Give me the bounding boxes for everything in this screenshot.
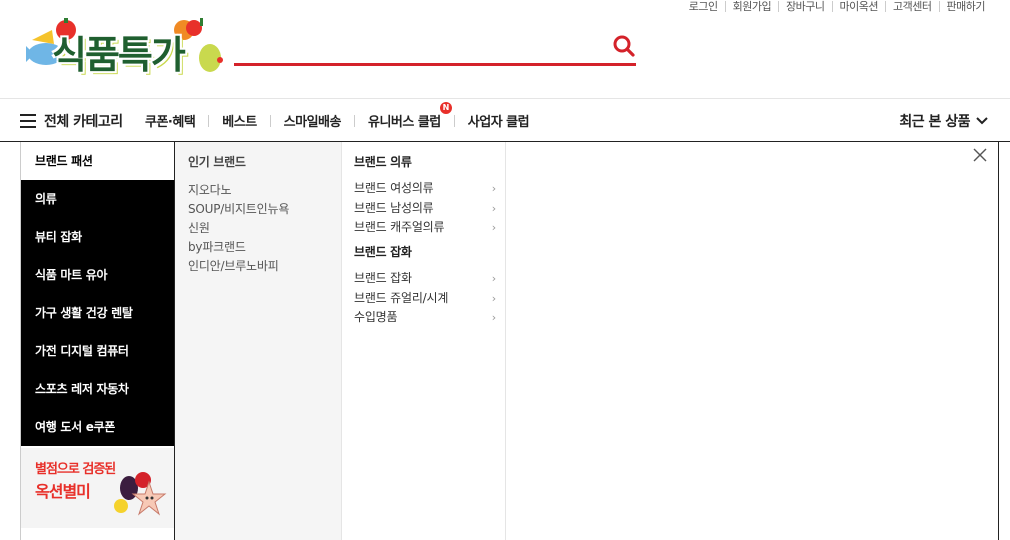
nav-item-coupon[interactable]: 쿠폰·혜택 — [132, 111, 208, 130]
banner-line2: 옥션별미 — [35, 482, 91, 501]
subcategory-label: 브랜드 캐주얼의류 — [354, 220, 445, 234]
search-icon[interactable] — [612, 34, 636, 58]
brand-link-soup[interactable]: SOUP/비지트인뉴욕 — [188, 200, 289, 219]
sell-link[interactable]: 판매하기 — [938, 0, 992, 12]
subcategory-label: 브랜드 쥬얼리/시계 — [354, 290, 449, 305]
nav-item-universe-club-label: 유니버스 클럽 — [367, 115, 441, 130]
brand-link-parkland[interactable]: by파크랜드 — [188, 238, 289, 257]
category-clothing[interactable]: 의류 — [21, 180, 174, 218]
chevron-right-icon: › — [491, 201, 496, 215]
subcategory-item[interactable]: 브랜드 캐주얼의류 › — [354, 218, 496, 238]
close-icon[interactable] — [972, 147, 988, 163]
chevron-down-icon — [976, 117, 988, 125]
subcategory-label: 브랜드 남성의류 — [354, 200, 434, 215]
customer-center-link[interactable]: 고객센터 — [885, 0, 938, 12]
recent-products-label: 최근 본 상품 — [899, 114, 970, 130]
brand-link-shinwon[interactable]: 신원 — [188, 219, 289, 238]
popular-brands: 인기 브랜드 지오다노 SOUP/비지트인뉴욕 신원 by파크랜드 인디안/브루… — [174, 142, 341, 540]
brand-link-indian[interactable]: 인디안/브루노바피 — [188, 257, 289, 276]
nav-item-smile-delivery[interactable]: 스마일배송 — [271, 111, 354, 130]
chevron-right-icon: › — [491, 272, 496, 285]
signup-link[interactable]: 회원가입 — [724, 0, 778, 12]
nav-item-best[interactable]: 베스트 — [209, 111, 269, 130]
popular-brands-list: 지오다노 SOUP/비지트인뉴욕 신원 by파크랜드 인디안/브루노바피 — [188, 181, 289, 276]
category-sports[interactable]: 스포츠 레저 자동차 — [21, 370, 174, 408]
site-logo[interactable]: 식품특가 — [24, 16, 230, 82]
subcategory-item[interactable]: 브랜드 쥬얼리/시계 › — [354, 289, 496, 309]
recent-products-button[interactable]: 최근 본 상품 — [899, 111, 988, 131]
category-brand-fashion[interactable]: 브랜드 패션 — [21, 142, 174, 180]
category-furniture[interactable]: 가구 생활 건강 렌탈 — [21, 294, 174, 332]
nav-menu: 쿠폰·혜택 베스트 스마일배송 유니버스 클럽 N 사업자 클럽 — [132, 102, 542, 130]
subcategory-item[interactable]: 브랜드 남성의류 › — [354, 199, 496, 219]
search-bar — [234, 30, 636, 66]
logo-text: 식품특가 — [52, 33, 186, 77]
chevron-right-icon: › — [491, 291, 496, 305]
subcategory-item[interactable]: 브랜드 여성의류 › — [354, 179, 496, 199]
hamburger-icon — [20, 114, 36, 128]
nav-item-universe-club[interactable]: 유니버스 클럽 N — [355, 102, 454, 130]
chevron-right-icon: › — [491, 221, 496, 234]
subcategory-label: 브랜드 잡화 — [354, 271, 412, 285]
utility-links: 로그인 회원가입 장바구니 마이옥션 고객센터 판매하기 — [682, 0, 992, 12]
all-categories-label: 전체 카테고리 — [44, 114, 123, 130]
group-brand-goods-items: 브랜드 잡화 › 브랜드 쥬얼리/시계 › 수입명품 › — [354, 269, 496, 328]
search-input[interactable] — [234, 30, 604, 62]
subcategory-label: 브랜드 여성의류 — [354, 181, 434, 195]
brand-link-giordano[interactable]: 지오다노 — [188, 181, 289, 200]
all-categories-button[interactable]: 전체 카테고리 — [20, 111, 123, 131]
login-link[interactable]: 로그인 — [682, 1, 725, 12]
subcategory-label: 수입명품 — [354, 310, 398, 324]
my-auction-link[interactable]: 마이옥션 — [831, 0, 885, 12]
promo-banner[interactable]: 별점으로 검증된 옥션별미 — [21, 448, 174, 528]
group-brand-goods-title[interactable]: 브랜드 잡화 — [354, 243, 412, 260]
category-food[interactable]: 식품 마트 유아 — [21, 256, 174, 294]
subcategory-item[interactable]: 브랜드 잡화 › — [354, 269, 496, 289]
star-mascot-icon — [114, 472, 167, 516]
chevron-right-icon: › — [491, 182, 496, 195]
subcategory-item[interactable]: 수입명품 › — [354, 308, 496, 328]
category-list: 브랜드 패션 의류 뷰티 잡화 식품 마트 유아 가구 생활 건강 렌탈 가전 … — [21, 142, 174, 540]
popular-brands-heading: 인기 브랜드 — [188, 155, 246, 169]
chevron-right-icon: › — [491, 311, 496, 324]
group-brand-clothing-title[interactable]: 브랜드 의류 — [354, 153, 412, 170]
category-electronics[interactable]: 가전 디지털 컴퓨터 — [21, 332, 174, 370]
subcategory-column: 브랜드 의류 브랜드 여성의류 › 브랜드 남성의류 › 브랜드 캐주얼의류 ›… — [341, 142, 506, 540]
nav-item-business-club[interactable]: 사업자 클럽 — [455, 111, 542, 130]
main-nav: 전체 카테고리 쿠폰·혜택 베스트 스마일배송 유니버스 클럽 N 사업자 클럽… — [0, 99, 1010, 141]
category-dropdown: 브랜드 패션 의류 뷰티 잡화 식품 마트 유아 가구 생활 건강 렌탈 가전 … — [20, 142, 999, 540]
banner-line1: 별점으로 검증된 — [35, 462, 116, 477]
new-badge: N — [439, 102, 452, 114]
group-brand-clothing-items: 브랜드 여성의류 › 브랜드 남성의류 › 브랜드 캐주얼의류 › — [354, 179, 496, 238]
cart-link[interactable]: 장바구니 — [778, 0, 831, 12]
category-travel[interactable]: 여행 도서 e쿠폰 — [21, 408, 174, 446]
category-beauty[interactable]: 뷰티 잡화 — [21, 218, 174, 256]
